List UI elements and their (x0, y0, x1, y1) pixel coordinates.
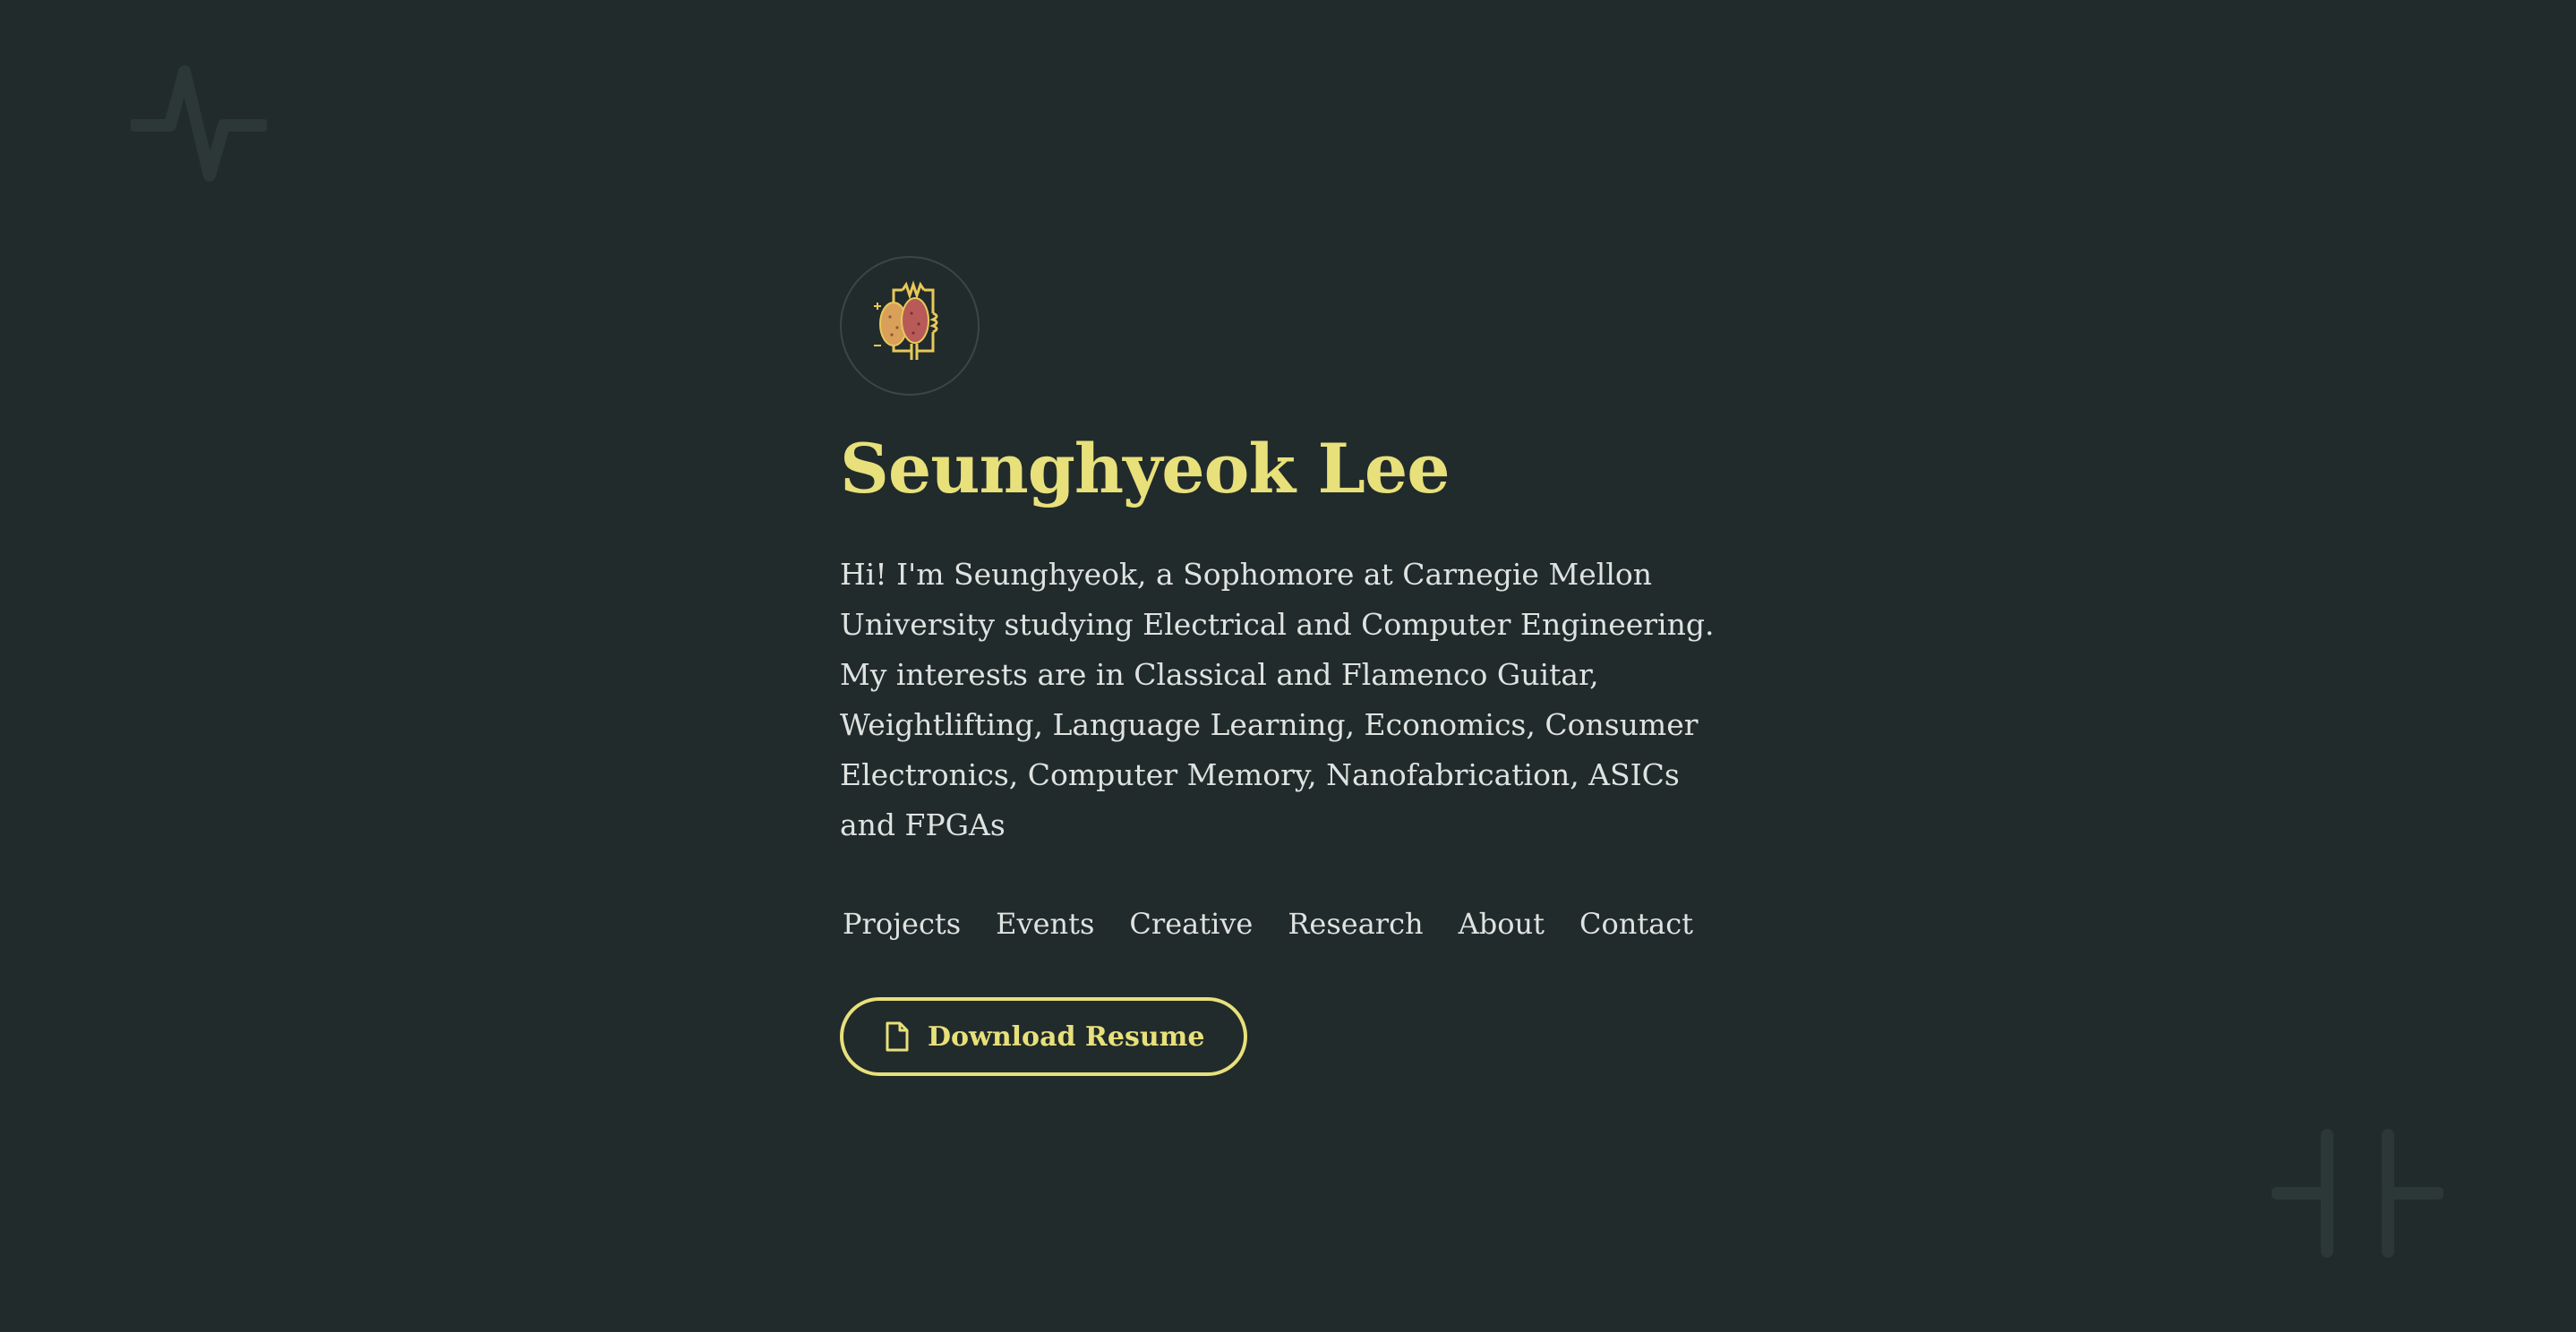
nav-link-projects[interactable]: Projects (843, 904, 961, 944)
nav-link-creative[interactable]: Creative (1129, 904, 1253, 944)
nav-link-contact[interactable]: Contact (1579, 904, 1693, 944)
capacitor-icon (2272, 1129, 2443, 1258)
nav-link-events[interactable]: Events (996, 904, 1094, 944)
pulse-waveform-icon (131, 65, 267, 182)
download-resume-button[interactable]: Download Resume (840, 997, 1248, 1076)
potato-circuit-logo (874, 280, 938, 360)
avatar (840, 256, 980, 396)
nav-link-research[interactable]: Research (1288, 904, 1423, 944)
intro-paragraph: Hi! I'm Seunghyeok, a Sophomore at Carne… (840, 557, 1715, 842)
download-resume-label: Download Resume (928, 1020, 1205, 1053)
nav-link-about[interactable]: About (1459, 904, 1545, 944)
main-nav: Projects Events Creative Research About … (840, 904, 1735, 944)
page-title: Seunghyeok Lee (840, 429, 1451, 508)
document-icon (886, 1021, 909, 1052)
hero-section: Seunghyeok Lee Hi! I'm Seunghyeok, a Sop… (840, 256, 1735, 1076)
